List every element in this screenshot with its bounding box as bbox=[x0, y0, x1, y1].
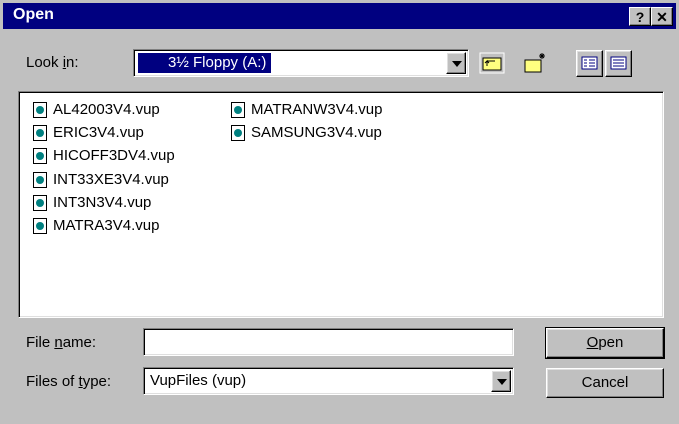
file-icon bbox=[231, 102, 245, 118]
create-new-folder-icon bbox=[524, 53, 545, 73]
details-view-button[interactable] bbox=[605, 50, 632, 77]
list-item[interactable]: MATRANW3V4.vup bbox=[231, 100, 382, 120]
list-item[interactable]: AL42003V4.vup bbox=[33, 100, 160, 120]
up-one-level-icon bbox=[479, 52, 505, 74]
help-button[interactable]: ? bbox=[629, 7, 651, 26]
open-dialog: Open ? ✕ Look in: 3½ Floppy (A:) AL42003… bbox=[0, 0, 679, 424]
close-button[interactable]: ✕ bbox=[651, 7, 673, 26]
file-list[interactable]: AL42003V4.vup ERIC3V4.vup HICOFF3DV4.vup… bbox=[18, 91, 664, 318]
look-in-value: 3½ Floppy (A:) bbox=[138, 53, 272, 73]
create-new-folder-button[interactable] bbox=[520, 50, 550, 77]
up-one-level-button[interactable] bbox=[477, 50, 507, 77]
file-icon bbox=[33, 125, 47, 141]
title-bar[interactable]: Open ? ✕ bbox=[3, 3, 676, 29]
file-icon bbox=[33, 148, 47, 164]
list-item[interactable]: SAMSUNG3V4.vup bbox=[231, 123, 382, 143]
files-of-type-dropdown-button[interactable] bbox=[491, 370, 511, 392]
files-of-type-label: Files of type: bbox=[26, 373, 112, 390]
list-view-icon bbox=[581, 56, 598, 70]
file-icon bbox=[33, 195, 47, 211]
chevron-down-icon bbox=[497, 379, 507, 385]
look-in-label: Look in: bbox=[26, 54, 79, 71]
list-view-button[interactable] bbox=[576, 50, 603, 77]
list-item[interactable]: INT3N3V4.vup bbox=[33, 193, 151, 213]
look-in-dropdown-button[interactable] bbox=[446, 52, 466, 74]
file-icon bbox=[231, 125, 245, 141]
file-icon bbox=[33, 218, 47, 234]
window-title: Open bbox=[13, 6, 54, 23]
list-item[interactable]: MATRA3V4.vup bbox=[33, 216, 159, 236]
chevron-down-icon bbox=[452, 61, 462, 67]
file-name-label: File name: bbox=[26, 334, 97, 351]
list-item[interactable]: HICOFF3DV4.vup bbox=[33, 146, 175, 166]
files-of-type-select[interactable]: VupFiles (vup) bbox=[143, 367, 514, 395]
look-in-combobox[interactable]: 3½ Floppy (A:) bbox=[133, 49, 469, 77]
file-name-input[interactable] bbox=[143, 328, 514, 356]
details-view-icon bbox=[610, 56, 627, 70]
list-item[interactable]: ERIC3V4.vup bbox=[33, 123, 144, 143]
file-icon bbox=[33, 172, 47, 188]
cancel-button[interactable]: Cancel bbox=[546, 368, 664, 398]
files-of-type-value: VupFiles (vup) bbox=[150, 372, 247, 389]
file-icon bbox=[33, 102, 47, 118]
open-button[interactable]: Open bbox=[545, 327, 665, 359]
list-item[interactable]: INT33XE3V4.vup bbox=[33, 170, 169, 190]
